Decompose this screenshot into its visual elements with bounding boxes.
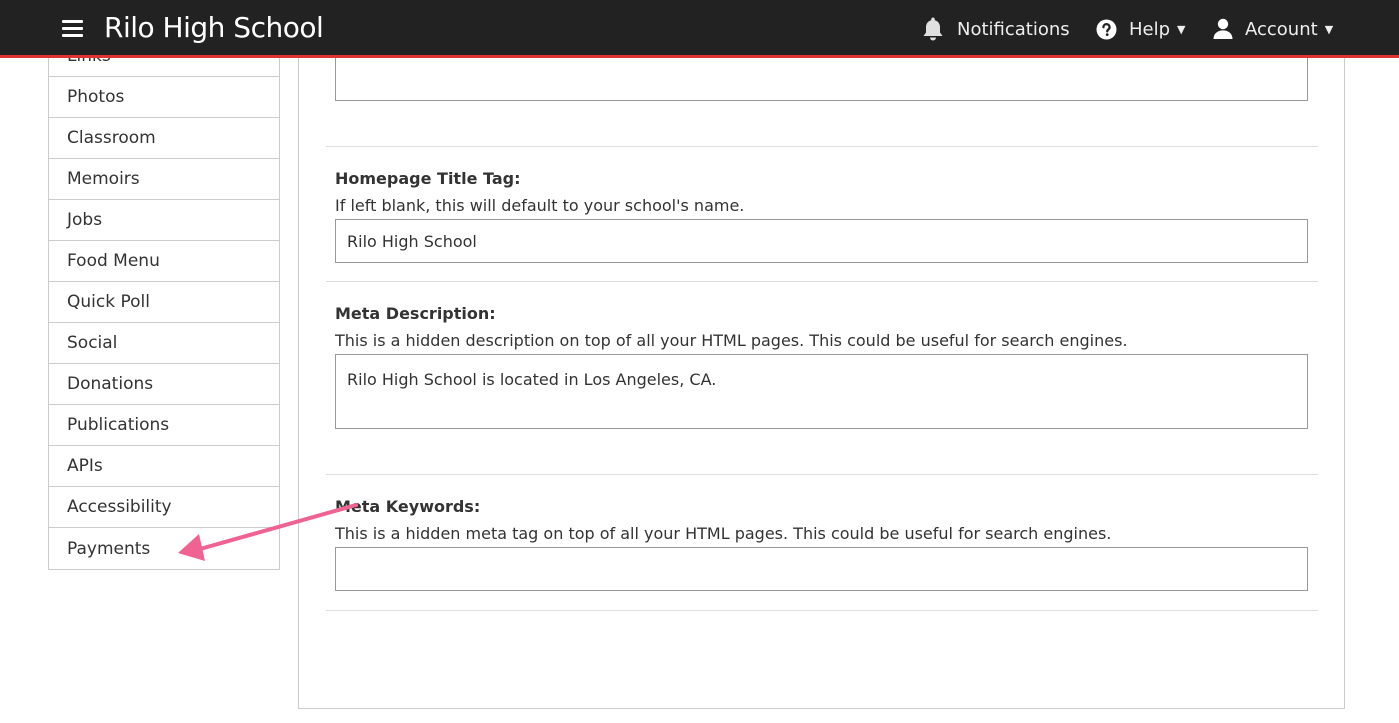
meta-description-label: Meta Description: xyxy=(335,304,496,323)
notifications-menu[interactable]: Notifications xyxy=(921,14,1070,44)
account-label: Account xyxy=(1245,18,1318,40)
help-label: Help xyxy=(1129,18,1171,40)
meta-description-help: This is a hidden description on top of a… xyxy=(335,331,1128,350)
sidebar-item-donations[interactable]: Donations xyxy=(49,364,279,405)
settings-sidebar: Links Photos Classroom Memoirs Jobs Food… xyxy=(48,35,280,570)
sidebar-item-quick-poll[interactable]: Quick Poll xyxy=(49,282,279,323)
sidebar-item-memoirs[interactable]: Memoirs xyxy=(49,159,279,200)
sidebar-item-publications[interactable]: Publications xyxy=(49,405,279,446)
sidebar-item-payments[interactable]: Payments xyxy=(49,528,279,569)
sidebar-item-photos[interactable]: Photos xyxy=(49,77,279,118)
sidebar-item-food-menu[interactable]: Food Menu xyxy=(49,241,279,282)
sidebar-item-classroom[interactable]: Classroom xyxy=(49,118,279,159)
section-divider xyxy=(326,146,1318,147)
sidebar-item-jobs[interactable]: Jobs xyxy=(49,200,279,241)
caret-down-icon: ▼ xyxy=(1324,22,1334,36)
help-circle-icon xyxy=(1096,19,1117,39)
title-tag-help: If left blank, this will default to your… xyxy=(335,196,745,215)
title-tag-label: Homepage Title Tag: xyxy=(335,169,521,188)
top-navbar: Rilo High School Notifications Help ▼ Ac… xyxy=(0,0,1399,58)
hamburger-menu-icon[interactable] xyxy=(62,20,83,38)
title-tag-input[interactable] xyxy=(335,219,1308,263)
bell-icon xyxy=(923,17,943,41)
meta-description-textarea[interactable]: Rilo High School is located in Los Angel… xyxy=(335,354,1308,429)
section-divider xyxy=(326,610,1318,611)
sidebar-item-accessibility[interactable]: Accessibility xyxy=(49,487,279,528)
sidebar-item-social[interactable]: Social xyxy=(49,323,279,364)
section-divider xyxy=(326,281,1318,282)
user-icon xyxy=(1213,18,1233,39)
meta-keywords-input[interactable] xyxy=(335,547,1308,591)
account-menu[interactable]: Account ▼ xyxy=(1213,14,1333,44)
meta-keywords-label: Meta Keywords: xyxy=(335,497,481,516)
section-divider xyxy=(326,474,1318,475)
meta-keywords-help: This is a hidden meta tag on top of all … xyxy=(335,524,1112,543)
sidebar-item-apis[interactable]: APIs xyxy=(49,446,279,487)
help-menu[interactable]: Help ▼ xyxy=(1096,14,1186,44)
seo-settings-panel: Homepage Title Tag: If left blank, this … xyxy=(298,31,1345,709)
notifications-label: Notifications xyxy=(957,18,1070,40)
app-title[interactable]: Rilo High School xyxy=(104,9,324,47)
caret-down-icon: ▼ xyxy=(1177,22,1186,36)
